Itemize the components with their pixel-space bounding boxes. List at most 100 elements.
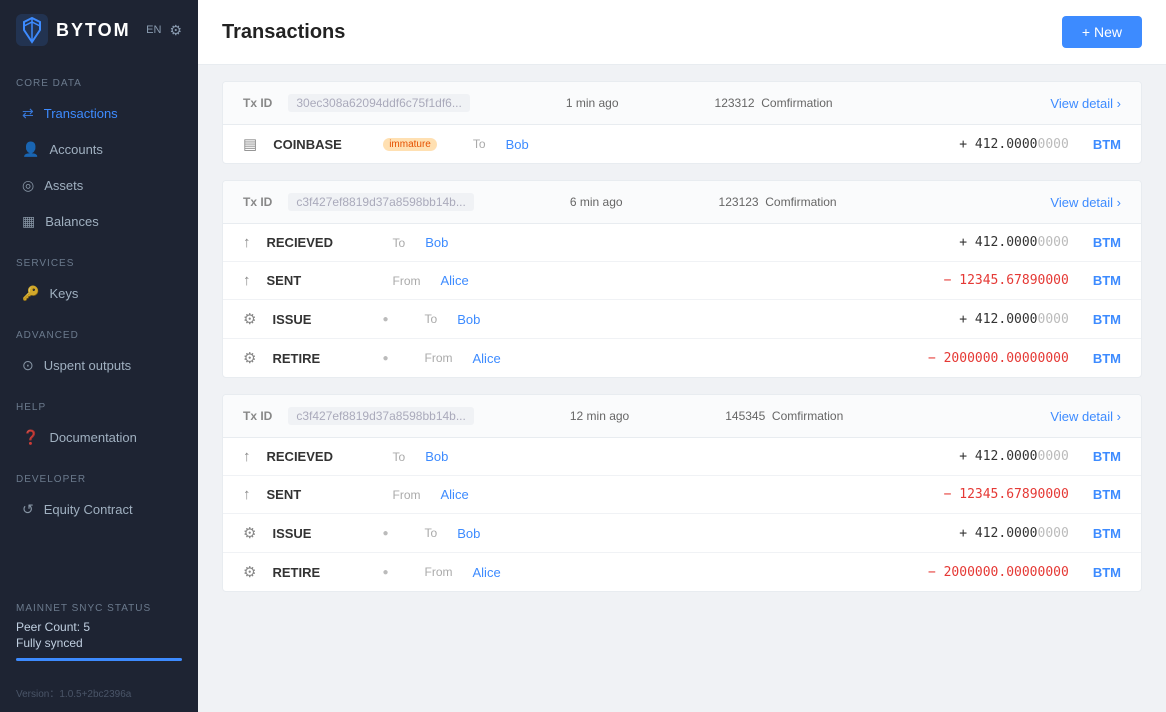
tx-amount: + 412.00000000 — [959, 137, 1069, 152]
services-section: SERVICES 🔑 Keys — [0, 240, 198, 312]
tx-type-icon: ⚙ — [243, 524, 256, 542]
main-content: Transactions + New Tx ID 30ec308a62094dd… — [198, 0, 1166, 712]
tx-type-label: ISSUE — [272, 312, 362, 327]
sidebar-header: BYTOM EN ⚙ — [0, 0, 198, 60]
section-label-developer: DEVELOPER — [0, 456, 198, 491]
tx-row: ↑ RECIEVED To Bob + 412.00000000 BTM — [223, 438, 1141, 476]
sidebar-item-accounts[interactable]: 👤 Accounts — [6, 132, 192, 167]
tx-type-label: RECIEVED — [267, 235, 357, 250]
tx-party[interactable]: Bob — [425, 449, 448, 464]
tx-currency: BTM — [1093, 312, 1121, 327]
tx-header: Tx ID c3f427ef8819d37a8598bb14b... 6 min… — [223, 181, 1141, 224]
tx-row: ↑ SENT From Alice − 12345.67890000 BTM — [223, 476, 1141, 514]
documentation-icon: ❓ — [22, 429, 39, 446]
section-label-services: SERVICES — [0, 240, 198, 275]
tx-party[interactable]: Bob — [425, 235, 448, 250]
tx-party[interactable]: Bob — [457, 526, 480, 541]
amount-main: 12345.6789 — [951, 487, 1037, 502]
tx-party[interactable]: Alice — [473, 351, 501, 366]
sidebar-item-balances[interactable]: ▦ Balances — [6, 204, 192, 239]
tx-view-detail-link[interactable]: View detail › — [1050, 96, 1121, 111]
help-section: HELP ❓ Documentation — [0, 384, 198, 456]
amount-main: 412.0000 — [967, 312, 1037, 327]
transaction-card: Tx ID c3f427ef8819d37a8598bb14b... 12 mi… — [222, 394, 1142, 592]
tx-currency: BTM — [1093, 273, 1121, 288]
tx-amount: + 412.00000000 — [959, 526, 1069, 541]
tx-party[interactable]: Bob — [506, 137, 529, 152]
tx-amount: + 412.00000000 — [959, 235, 1069, 250]
sidebar-item-label: Keys — [49, 286, 78, 301]
new-transaction-button[interactable]: + New — [1062, 16, 1142, 48]
tx-type-icon: ↑ — [243, 448, 251, 465]
amount-main: 412.0000 — [967, 526, 1037, 541]
tx-amount: − 12345.67890000 — [944, 487, 1069, 502]
sidebar-item-label: Transactions — [44, 106, 118, 121]
sidebar-item-unspent[interactable]: ⊙ Uspent outputs — [6, 348, 192, 383]
amount-main: 2000000.0000 — [936, 351, 1038, 366]
tx-confirmations: 123123 Comfirmation — [719, 195, 837, 209]
topbar: Transactions + New — [198, 0, 1166, 65]
tx-direction: To — [393, 236, 406, 250]
section-label-advanced: ADVANCED — [0, 312, 198, 347]
amount-sign: − — [928, 565, 936, 580]
tx-direction: From — [393, 274, 421, 288]
sync-status: MAINNET SNYC STATUS Peer Count: 5 Fully … — [0, 587, 198, 677]
tx-type-icon: ⚙ — [243, 563, 256, 581]
sidebar-item-label: Assets — [44, 178, 83, 193]
sidebar-item-label: Balances — [45, 214, 98, 229]
tx-currency: BTM — [1093, 351, 1121, 366]
sidebar: BYTOM EN ⚙ CORE DATA ⇄ Transactions 👤 Ac… — [0, 0, 198, 712]
amount-main: 412.0000 — [967, 137, 1037, 152]
sidebar-item-keys[interactable]: 🔑 Keys — [6, 276, 192, 311]
tx-id-label: Tx ID — [243, 96, 272, 110]
tx-party[interactable]: Alice — [441, 273, 469, 288]
version-label: Version：1.0.5+2bc2396a — [0, 677, 198, 712]
developer-section: DEVELOPER ↺ Equity Contract — [0, 456, 198, 528]
tx-currency: BTM — [1093, 449, 1121, 464]
tx-type-label: SENT — [267, 487, 357, 502]
tx-party[interactable]: Bob — [457, 312, 480, 327]
tx-party[interactable]: Alice — [473, 565, 501, 580]
page-title: Transactions — [222, 21, 345, 44]
settings-icon[interactable]: ⚙ — [169, 22, 182, 39]
tx-amount: − 12345.67890000 — [944, 273, 1069, 288]
app-logo-text: BYTOM — [56, 20, 131, 41]
amount-dim: 0000 — [1038, 351, 1069, 366]
tx-party[interactable]: Alice — [441, 487, 469, 502]
tx-view-detail-link[interactable]: View detail › — [1050, 195, 1121, 210]
amount-dim: 0000 — [1038, 137, 1069, 152]
sidebar-item-transactions[interactable]: ⇄ Transactions — [6, 96, 192, 131]
amount-dim: 0000 — [1038, 273, 1069, 288]
sidebar-item-label: Documentation — [49, 430, 136, 445]
amount-dim: 0000 — [1038, 526, 1069, 541]
language-selector[interactable]: EN — [146, 24, 161, 36]
amount-sign: + — [959, 312, 967, 327]
tx-dot: ● — [382, 314, 388, 325]
tx-type-label: SENT — [267, 273, 357, 288]
tx-currency: BTM — [1093, 137, 1121, 152]
tx-type-label: ISSUE — [272, 526, 362, 541]
tx-direction: From — [425, 351, 453, 365]
sync-status-text: Fully synced — [16, 636, 182, 650]
tx-dot: ● — [382, 567, 388, 578]
equity-icon: ↺ — [22, 501, 34, 518]
tx-direction: To — [473, 137, 486, 151]
tx-id-value: 30ec308a62094ddf6c75f1df6... — [288, 94, 469, 112]
sidebar-item-documentation[interactable]: ❓ Documentation — [6, 420, 192, 455]
balances-icon: ▦ — [22, 213, 35, 230]
assets-icon: ◎ — [22, 177, 34, 194]
tx-view-detail-link[interactable]: View detail › — [1050, 409, 1121, 424]
amount-sign: + — [959, 449, 967, 464]
tx-amount: − 2000000.00000000 — [928, 351, 1069, 366]
sidebar-item-equity[interactable]: ↺ Equity Contract — [6, 492, 192, 527]
transaction-card: Tx ID 30ec308a62094ddf6c75f1df6... 1 min… — [222, 81, 1142, 164]
sidebar-item-assets[interactable]: ◎ Assets — [6, 168, 192, 203]
sidebar-item-label: Accounts — [49, 142, 102, 157]
sync-progress-bar — [16, 658, 182, 661]
tx-type-icon: ↑ — [243, 234, 251, 251]
lang-area: EN ⚙ — [146, 22, 182, 39]
tx-row: ↑ RECIEVED To Bob + 412.00000000 BTM — [223, 224, 1141, 262]
amount-main: 412.0000 — [967, 235, 1037, 250]
tx-row: ⚙ ISSUE ● To Bob + 412.00000000 BTM — [223, 300, 1141, 339]
tx-type-label: COINBASE — [273, 137, 363, 152]
